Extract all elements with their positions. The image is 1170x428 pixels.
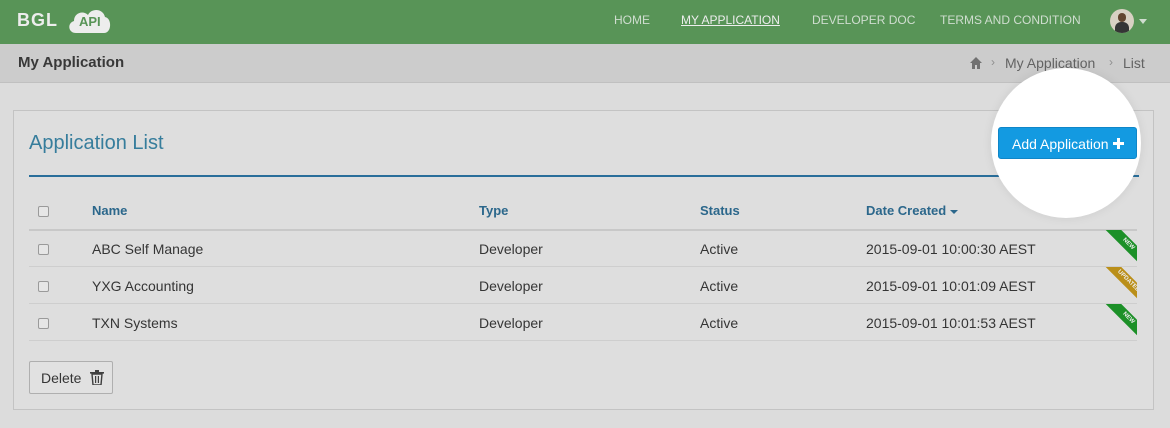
plus-icon (1113, 138, 1124, 149)
add-application-button[interactable]: Add Application (998, 127, 1137, 159)
add-application-label: Add Application (1012, 136, 1109, 152)
dim-overlay (0, 0, 1170, 428)
